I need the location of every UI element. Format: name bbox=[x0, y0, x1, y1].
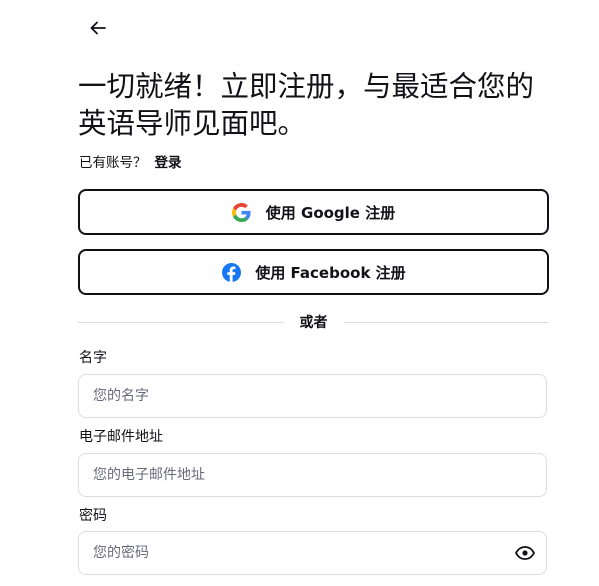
facebook-signup-label: 使用 Facebook 注册 bbox=[255, 263, 406, 282]
google-signup-label: 使用 Google 注册 bbox=[265, 203, 396, 222]
name-input[interactable] bbox=[79, 375, 546, 417]
google-signup-button[interactable]: 使用 Google 注册 bbox=[78, 189, 549, 235]
password-label: 密码 bbox=[79, 508, 107, 524]
password-field-wrapper bbox=[78, 531, 547, 575]
facebook-icon bbox=[221, 262, 241, 282]
login-link[interactable]: 登录 bbox=[155, 155, 182, 171]
email-field-wrapper bbox=[78, 453, 547, 497]
arrow-left-icon bbox=[90, 21, 106, 35]
show-password-toggle[interactable] bbox=[514, 542, 536, 564]
google-icon bbox=[232, 202, 252, 222]
email-input[interactable] bbox=[79, 454, 546, 496]
divider-text: 或者 bbox=[299, 315, 328, 331]
back-button[interactable] bbox=[84, 14, 112, 42]
login-question: 已有账号？ bbox=[79, 155, 147, 171]
name-field-wrapper bbox=[78, 374, 547, 418]
divider-line-left bbox=[78, 321, 284, 323]
password-input[interactable] bbox=[79, 532, 546, 574]
login-prompt: 已有账号？ 登录 bbox=[79, 154, 182, 172]
email-label: 电子邮件地址 bbox=[79, 429, 163, 445]
page-title: 一切就绪！立即注册，与最适合您的英语导师见面吧。 bbox=[78, 70, 535, 140]
eye-icon bbox=[515, 546, 535, 560]
name-label: 名字 bbox=[79, 350, 107, 366]
divider-line-right bbox=[343, 321, 549, 323]
facebook-signup-button[interactable]: 使用 Facebook 注册 bbox=[78, 249, 549, 295]
or-divider: 或者 bbox=[78, 312, 549, 332]
